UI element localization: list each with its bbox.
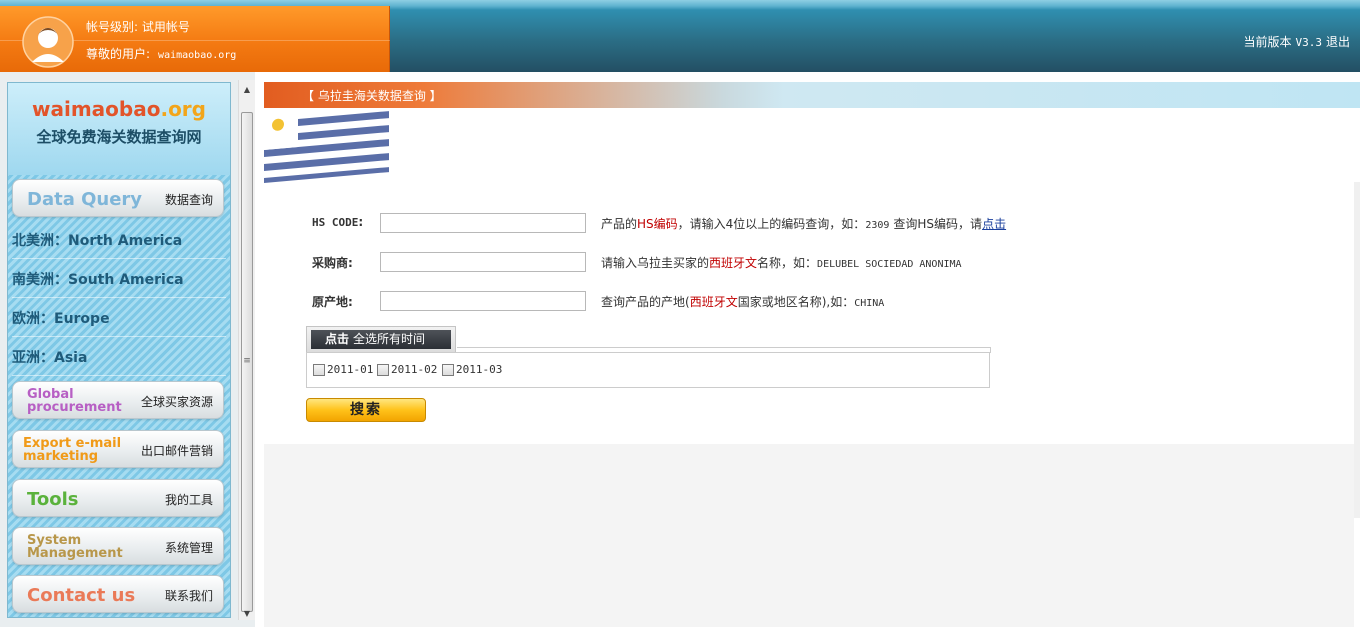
global-procurement-zh: 全球买家资源 (140, 394, 213, 409)
contact-us-en: Contact us (27, 584, 136, 606)
period-item[interactable]: 2011-01 (313, 363, 373, 376)
period-checkbox[interactable] (442, 363, 454, 376)
select-all-time-button[interactable]: 点击 全选所有时间 (311, 330, 451, 349)
tools-zh: 我的工具 (164, 492, 213, 507)
contact-us-zh: 联系我们 (164, 588, 213, 603)
hs-code-label-text: HS CODE (312, 216, 359, 229)
account-panel: 帐号级别: 试用帐号 尊敬的用户: waimaobao.org (0, 6, 390, 72)
logo-subtitle: 全球免费海关数据查询网 (36, 128, 202, 146)
origin-hint-pre: 查询产品的产地( (601, 295, 690, 309)
tools-en: Tools (27, 488, 79, 510)
hs-code-lookup-link[interactable]: 点击 (982, 217, 1006, 231)
hs-code-hint-red: HS编码 (637, 217, 678, 231)
time-select-tab: 点击 全选所有时间 (306, 326, 456, 352)
content-edge (1354, 182, 1360, 518)
hs-code-input[interactable] (380, 213, 586, 233)
sidebar: waimaobao.org 全球免费海关数据查询网 Data Query 数据查… (7, 82, 231, 618)
period-box-border (457, 347, 991, 353)
query-form: HS CODE: 产品的HS编码，请输入4位以上的编码查询，如：2309 查询HS… (264, 108, 1354, 444)
system-management-en-line2: Management (27, 546, 123, 561)
search-button[interactable]: 搜索 (306, 398, 426, 422)
tools-button[interactable]: Tools 我的工具 (12, 479, 224, 517)
page-title: 【 乌拉圭海关数据查询 】 (302, 89, 442, 103)
select-all-time-bold: 点击 (325, 332, 350, 346)
export-marketing-zh: 出口邮件营销 (140, 443, 213, 458)
period-label: 2011-01 (327, 363, 374, 376)
version-info: 当前版本 V3.3 退出 (1243, 33, 1350, 50)
user-avatar-icon (22, 16, 74, 68)
period-checkbox[interactable] (313, 363, 325, 376)
period-checkbox-group: 2011-01 2011-02 2011-03 (306, 347, 991, 388)
buyer-label-suffix: : (348, 256, 353, 270)
buyer-label: 采购商: (312, 254, 353, 271)
global-procurement-en: Global procurement (27, 382, 122, 420)
origin-hint-mid: 国家或地区名称),如： (737, 295, 855, 309)
scroll-up-icon[interactable]: ▲ (239, 82, 255, 98)
data-query-button[interactable]: Data Query 数据查询 (12, 179, 224, 217)
global-procurement-en-line2: procurement (27, 400, 122, 415)
origin-hint: 查询产品的产地(西班牙文国家或地区名称),如：CHINA (601, 293, 884, 310)
region-asia[interactable]: 亚洲：Asia (12, 338, 226, 376)
system-management-button[interactable]: System Management 系统管理 (12, 527, 224, 565)
contact-us-button[interactable]: Contact us 联系我们 (12, 575, 224, 613)
logo-title: waimaobao.org (8, 97, 230, 121)
export-marketing-en-line2: marketing (23, 449, 99, 464)
buyer-hint: 请输入乌拉圭买家的西班牙文名称，如：DELUBEL SOCIEDAD ANONI… (601, 254, 962, 271)
buyer-input[interactable] (380, 252, 586, 272)
hs-code-hint-mid: ，请输入4位以上的编码查询，如： (677, 217, 866, 231)
origin-input[interactable] (380, 291, 586, 311)
logout-link[interactable]: 退出 (1326, 35, 1350, 49)
region-north-america[interactable]: 北美洲：North America (12, 221, 226, 259)
logo-tld: .org (160, 97, 206, 121)
top-bar: 帐号级别: 试用帐号 尊敬的用户: waimaobao.org 当前版本 V3.3 退… (0, 0, 1360, 72)
select-all-time-text: 全选所有时间 (353, 332, 426, 346)
buyer-hint-red: 西班牙文 (709, 256, 758, 270)
version-label: 当前版本 (1243, 35, 1292, 49)
uruguay-flag-image (264, 108, 411, 183)
scroll-down-icon[interactable]: ▼ (239, 606, 255, 622)
user-prefix: 尊敬的用户: (86, 47, 151, 61)
account-level: 帐号级别: 试用帐号 (86, 20, 190, 34)
export-marketing-button[interactable]: Export e-mail marketing 出口邮件营销 (12, 430, 224, 468)
hs-code-label: HS CODE: (312, 215, 363, 229)
buyer-hint-example: DELUBEL SOCIEDAD ANONIMA (817, 259, 962, 270)
origin-hint-example: CHINA (854, 298, 885, 309)
period-item[interactable]: 2011-03 (442, 363, 502, 376)
origin-label: 原产地: (312, 293, 353, 310)
origin-label-text: 原产地 (312, 295, 349, 309)
region-europe[interactable]: 欧洲：Europe (12, 299, 226, 337)
user-name: waimaobao.org (158, 50, 237, 61)
data-query-en: Data Query (27, 188, 143, 210)
main-panel: 【 乌拉圭海关数据查询 】 HS CODE: 产品的HS编码，请输入4位以上的编… (264, 82, 1360, 627)
origin-label-suffix: : (348, 295, 353, 309)
period-label: 2011-02 (391, 363, 438, 376)
system-management-en: System Management (27, 528, 123, 566)
hs-code-hint-pre: 产品的 (601, 217, 638, 231)
site-logo[interactable]: waimaobao.org 全球免费海关数据查询网 (8, 83, 230, 175)
region-south-america[interactable]: 南美洲：South America (12, 260, 226, 298)
buyer-hint-pre: 请输入乌拉圭买家的 (601, 256, 710, 270)
logo-domain: waimaobao (32, 97, 161, 121)
hs-code-hint-example: 2309 (865, 220, 890, 231)
version-number: V3.3 (1295, 36, 1322, 49)
hs-code-hint-post: 查询HS编码，请 (893, 217, 983, 231)
sidebar-scrollbar[interactable]: ▲ ≡ ▼ (238, 80, 255, 620)
hs-code-label-suffix: : (358, 215, 364, 229)
sidebar-frame: waimaobao.org 全球免费海关数据查询网 Data Query 数据查… (0, 72, 255, 627)
buyer-label-text: 采购商 (312, 256, 349, 270)
global-procurement-button[interactable]: Global procurement 全球买家资源 (12, 381, 224, 419)
system-management-zh: 系统管理 (164, 540, 213, 555)
period-item[interactable]: 2011-02 (377, 363, 437, 376)
user-greeting: 尊敬的用户: waimaobao.org (86, 45, 236, 62)
period-checkbox[interactable] (377, 363, 389, 376)
title-bar: 【 乌拉圭海关数据查询 】 (264, 82, 1360, 108)
scroll-grip-icon: ≡ (243, 356, 251, 366)
period-label: 2011-03 (456, 363, 503, 376)
buyer-hint-mid: 名称，如： (757, 256, 818, 270)
origin-hint-red: 西班牙文 (689, 295, 738, 309)
export-marketing-en: Export e-mail marketing (23, 431, 121, 469)
hs-code-hint: 产品的HS编码，请输入4位以上的编码查询，如：2309 查询HS编码，请点击 (601, 215, 1006, 232)
data-query-zh: 数据查询 (164, 192, 213, 207)
